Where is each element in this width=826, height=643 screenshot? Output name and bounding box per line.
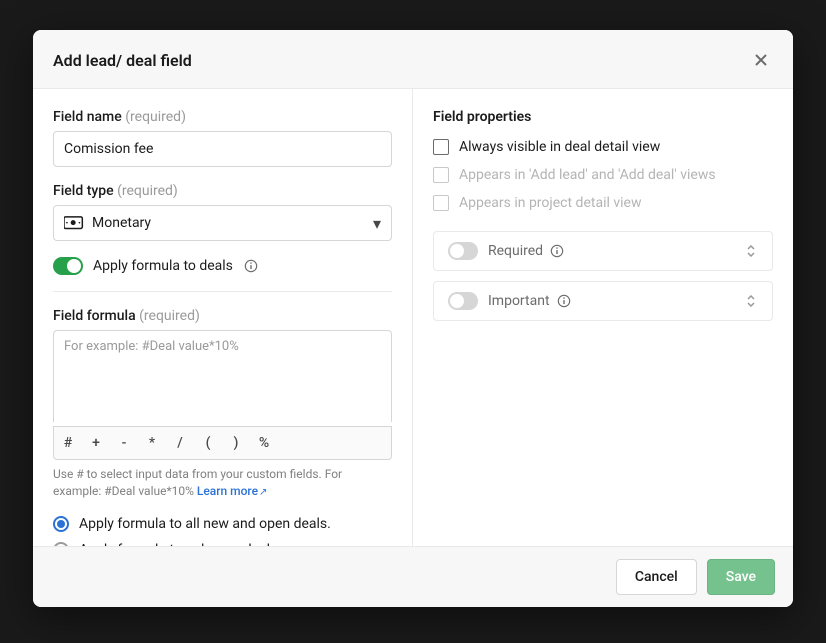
info-icon[interactable] <box>549 243 565 259</box>
checkbox-input <box>433 139 449 155</box>
field-formula-label: Field formula (required) <box>53 308 392 324</box>
op-multiply[interactable]: * <box>138 427 166 459</box>
toggle-knob <box>67 259 81 273</box>
required-toggle[interactable] <box>448 242 478 260</box>
apply-formula-toggle[interactable] <box>53 257 83 275</box>
close-icon <box>753 52 769 68</box>
radio-input <box>53 542 69 546</box>
left-column: Field name (required) Field type (requir… <box>33 89 413 546</box>
save-button[interactable]: Save <box>707 559 775 595</box>
divider <box>53 291 392 292</box>
field-type-select[interactable]: Monetary ▾ <box>53 205 392 241</box>
label-text: Field type <box>53 183 114 199</box>
property-label: Required <box>488 243 734 259</box>
op-hash[interactable]: # <box>54 427 82 459</box>
cancel-button[interactable]: Cancel <box>616 559 697 595</box>
required-property-card: Required <box>433 231 773 271</box>
external-link-icon: ↗ <box>259 487 267 498</box>
radio-label: Apply formula to all new and open deals. <box>79 516 331 532</box>
important-toggle[interactable] <box>448 292 478 310</box>
field-type-group: Field type (required) Monetary ▾ <box>53 183 392 241</box>
op-rparen[interactable]: ) <box>222 427 250 459</box>
toggle-knob <box>450 294 464 308</box>
checkbox-always-visible[interactable]: Always visible in deal detail view <box>433 139 773 155</box>
property-label: Important <box>488 293 734 309</box>
modal-body: Field name (required) Field type (requir… <box>33 89 793 546</box>
required-tag: (required) <box>139 308 200 324</box>
radio-all-deals[interactable]: Apply formula to all new and open deals. <box>53 516 392 532</box>
operator-bar: # + - * / ( ) % <box>53 426 392 460</box>
add-field-modal: Add lead/ deal field Field name (require… <box>33 30 793 607</box>
formula-hint: Use # to select input data from your cus… <box>53 466 392 500</box>
toggle-label: Apply formula to deals <box>93 258 233 274</box>
checkbox-label: Always visible in deal detail view <box>459 139 660 155</box>
expand-collapse-icon[interactable] <box>744 294 758 308</box>
field-name-label: Field name (required) <box>53 109 392 125</box>
radio-input <box>53 516 69 532</box>
checkbox-input <box>433 167 449 183</box>
checkbox-appears-project: Appears in project detail view <box>433 195 773 211</box>
important-property-card: Important <box>433 281 773 321</box>
formula-textarea[interactable] <box>53 330 392 422</box>
formula-scope-radio-group: Apply formula to all new and open deals.… <box>53 516 392 546</box>
info-icon[interactable] <box>243 258 259 274</box>
field-formula-group: Field formula (required) # + - * / ( ) %… <box>53 308 392 500</box>
modal-footer: Cancel Save <box>33 546 793 607</box>
field-type-label: Field type (required) <box>53 183 392 199</box>
modal-header: Add lead/ deal field <box>33 30 793 89</box>
op-percent[interactable]: % <box>250 427 278 459</box>
select-value: Monetary <box>92 215 373 231</box>
op-plus[interactable]: + <box>82 427 110 459</box>
info-icon[interactable] <box>556 293 572 309</box>
learn-more-text: Learn more <box>197 484 258 498</box>
field-name-group: Field name (required) <box>53 109 392 167</box>
label-text: Field formula <box>53 308 136 324</box>
label-text: Field name <box>53 109 122 125</box>
chevron-down-icon: ▾ <box>373 214 381 233</box>
label-text: Important <box>488 293 550 309</box>
close-button[interactable] <box>749 48 773 72</box>
field-properties-title: Field properties <box>433 109 773 125</box>
field-name-input[interactable] <box>53 131 392 167</box>
op-divide[interactable]: / <box>166 427 194 459</box>
toggle-knob <box>450 244 464 258</box>
modal-title: Add lead/ deal field <box>53 51 192 70</box>
checkbox-label: Appears in project detail view <box>459 195 641 211</box>
right-column: Field properties Always visible in deal … <box>413 89 793 546</box>
checkbox-input <box>433 195 449 211</box>
op-lparen[interactable]: ( <box>194 427 222 459</box>
checkbox-appears-add-views: Appears in 'Add lead' and 'Add deal' vie… <box>433 167 773 183</box>
op-minus[interactable]: - <box>110 427 138 459</box>
monetary-icon <box>64 215 84 231</box>
apply-formula-toggle-row: Apply formula to deals <box>53 257 392 275</box>
learn-more-link[interactable]: Learn more↗ <box>197 484 268 498</box>
expand-collapse-icon[interactable] <box>744 244 758 258</box>
label-text: Required <box>488 243 543 259</box>
required-tag: (required) <box>125 109 186 125</box>
checkbox-label: Appears in 'Add lead' and 'Add deal' vie… <box>459 167 716 183</box>
required-tag: (required) <box>117 183 178 199</box>
